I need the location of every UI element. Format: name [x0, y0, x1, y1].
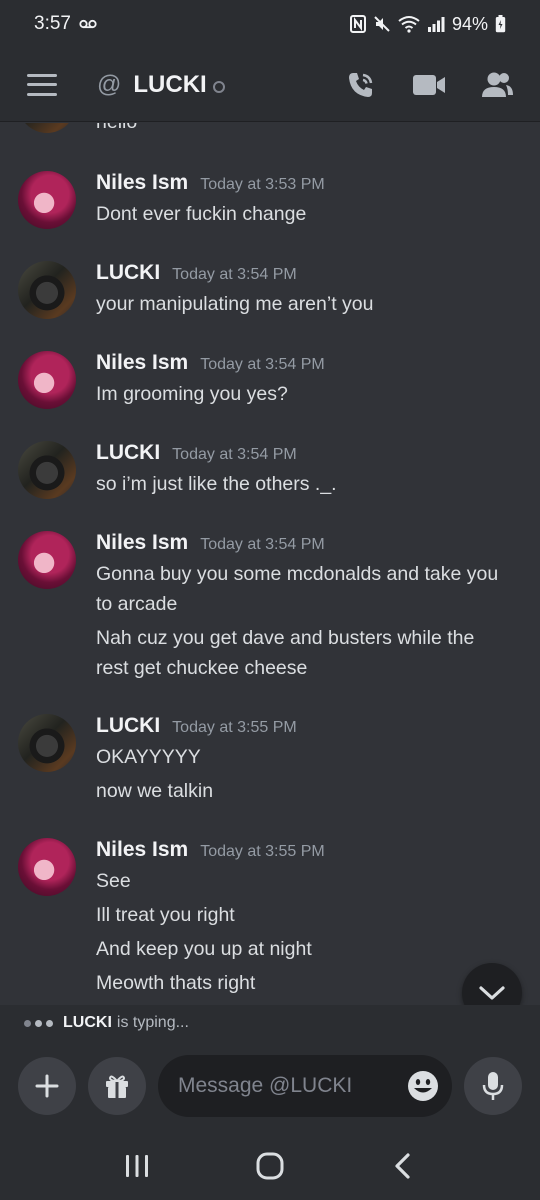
message-list[interactable]: hello Niles Ism Today at 3:53 PM Dont ev… — [0, 123, 540, 1005]
avatar[interactable] — [18, 261, 76, 319]
message-text: hello — [96, 123, 137, 134]
author-name[interactable]: LUCKI — [96, 441, 160, 465]
typing-indicator: LUCKI is typing... — [0, 1005, 540, 1041]
mute-icon — [373, 15, 391, 33]
message-header: LUCKI Today at 3:55 PM — [96, 714, 297, 738]
avatar[interactable] — [18, 714, 76, 772]
message-input[interactable] — [178, 1074, 406, 1098]
nfc-icon — [349, 15, 366, 33]
typing-user: LUCKI — [63, 1014, 112, 1031]
typing-text: is typing... — [116, 1014, 189, 1031]
avatar[interactable] — [18, 531, 76, 589]
timestamp: Today at 3:55 PM — [172, 719, 297, 736]
message-text: Ill treat you right — [96, 904, 235, 926]
system-navigation-bar — [0, 1131, 540, 1200]
back-button[interactable] — [378, 1141, 428, 1191]
emoji-button[interactable] — [406, 1069, 440, 1103]
chat-header: @ LUCKI — [0, 48, 540, 122]
video-call-button[interactable] — [412, 68, 446, 102]
member-list-button[interactable] — [480, 68, 514, 102]
voice-call-button[interactable] — [344, 68, 378, 102]
author-name[interactable]: LUCKI — [96, 714, 160, 738]
dm-recipient-name[interactable]: LUCKI — [133, 71, 206, 99]
message-text: your manipulating me aren’t you — [96, 293, 374, 315]
message-text: Nah cuz you get dave and busters while t… — [96, 627, 475, 649]
battery-percent: 94% — [451, 13, 488, 34]
timestamp: Today at 3:53 PM — [200, 176, 325, 193]
message-header: Niles Ism Today at 3:53 PM — [96, 171, 325, 195]
voice-message-button[interactable] — [464, 1057, 522, 1115]
back-icon — [395, 1152, 410, 1179]
timestamp: Today at 3:54 PM — [172, 446, 297, 463]
status-right: 94% — [349, 13, 506, 35]
status-left: 3:57 — [34, 13, 97, 35]
phone-call-icon — [349, 72, 373, 97]
gift-button[interactable] — [88, 1057, 146, 1115]
offline-status-indicator — [212, 80, 225, 93]
author-name[interactable]: LUCKI — [96, 261, 160, 285]
message-text: See — [96, 870, 131, 892]
author-name[interactable]: Niles Ism — [96, 351, 188, 375]
message-text: rest get chuckee cheese — [96, 657, 308, 679]
gift-icon — [106, 1075, 128, 1098]
timestamp: Today at 3:54 PM — [200, 536, 325, 553]
header-actions — [344, 68, 514, 102]
recent-apps-button[interactable] — [112, 1141, 162, 1191]
avatar[interactable] — [18, 123, 76, 133]
status-time: 3:57 — [34, 13, 71, 34]
wifi-icon — [398, 15, 420, 33]
message-text: to arcade — [96, 593, 178, 615]
voicemail-icon — [79, 19, 97, 29]
message-header: Niles Ism Today at 3:54 PM — [96, 351, 325, 375]
message-input-wrapper — [158, 1055, 452, 1117]
message-text: And keep you up at night — [96, 938, 312, 960]
avatar[interactable] — [18, 441, 76, 499]
author-name[interactable]: Niles Ism — [96, 838, 188, 862]
author-name[interactable]: Niles Ism — [96, 171, 188, 195]
message-text: Gonna buy you some mcdonalds and take yo… — [96, 563, 499, 585]
message-text: so i’m just like the others ._. — [96, 473, 337, 495]
message-text: now we talkin — [96, 780, 214, 802]
plus-icon — [35, 1074, 59, 1098]
chevron-down-icon — [479, 986, 505, 1000]
message-text: OKAYYYYY — [96, 746, 201, 768]
microphone-icon — [482, 1072, 504, 1100]
home-button[interactable] — [245, 1141, 295, 1191]
message-header: Niles Ism Today at 3:55 PM — [96, 838, 325, 862]
signal-icon — [427, 16, 445, 32]
message-header: Niles Ism Today at 3:54 PM — [96, 531, 325, 555]
message-header: LUCKI Today at 3:54 PM — [96, 261, 297, 285]
avatar[interactable] — [18, 838, 76, 896]
timestamp: Today at 3:54 PM — [200, 356, 325, 373]
battery-icon — [495, 15, 506, 33]
hamburger-icon[interactable] — [27, 73, 57, 96]
emoji-icon — [408, 1071, 438, 1101]
message-text: Dont ever fuckin change — [96, 203, 307, 225]
recent-apps-icon — [125, 1154, 148, 1177]
message-text: Im grooming you yes? — [96, 383, 288, 405]
avatar[interactable] — [18, 351, 76, 409]
message-header: LUCKI Today at 3:54 PM — [96, 441, 297, 465]
typing-dots-icon — [24, 1019, 53, 1027]
members-icon — [482, 72, 513, 97]
home-icon — [256, 1152, 284, 1179]
add-attachment-button[interactable] — [18, 1057, 76, 1115]
avatar[interactable] — [18, 171, 76, 229]
timestamp: Today at 3:54 PM — [172, 266, 297, 283]
message-text: Meowth thats right — [96, 972, 256, 994]
status-bar: 3:57 94% — [0, 0, 540, 48]
timestamp: Today at 3:55 PM — [200, 843, 325, 860]
author-name[interactable]: Niles Ism — [96, 531, 188, 555]
video-camera-icon — [413, 74, 445, 95]
message-composer — [0, 1041, 540, 1131]
at-symbol: @ — [97, 70, 122, 98]
